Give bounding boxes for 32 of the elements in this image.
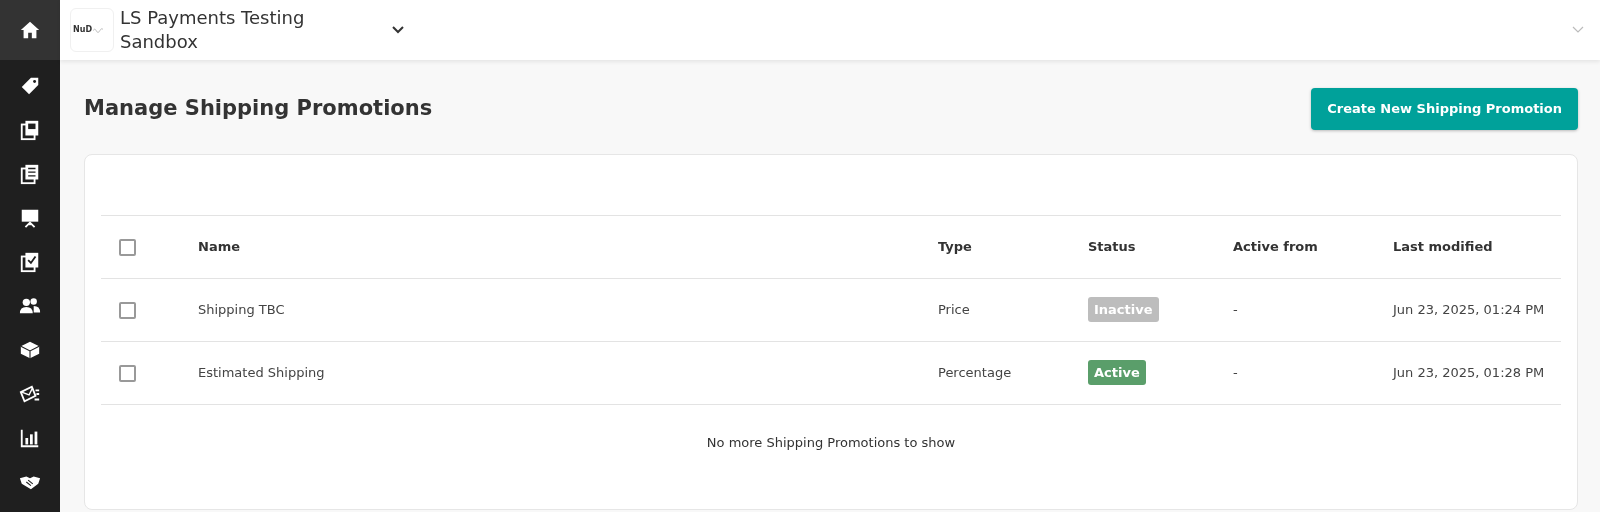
checklist-icon[interactable] (19, 251, 41, 273)
row-checkbox[interactable] (119, 364, 136, 382)
chevron-down-icon[interactable] (392, 26, 404, 34)
column-header: Name (198, 238, 240, 254)
list-icon[interactable] (19, 163, 41, 185)
last-modified-cell-text: Jun 23, 2025, 01:28 PM (1393, 363, 1545, 382)
column-header: Status (1088, 238, 1136, 254)
store-logo: NuD (70, 8, 114, 52)
column-header: Active from (1233, 238, 1318, 254)
box-icon[interactable] (19, 339, 41, 361)
store-name[interactable]: LS Payments Testing Sandbox (120, 6, 340, 54)
column-header: Last modified (1393, 238, 1493, 254)
catalog-icon[interactable] (19, 119, 41, 141)
select-all-checkbox[interactable] (119, 238, 136, 256)
tag-icon[interactable] (19, 75, 41, 97)
status-badge: Inactive (1088, 296, 1159, 323)
name-cell: Shipping TBC (198, 301, 285, 317)
presentation-icon[interactable] (19, 207, 41, 229)
column-header: Type (938, 238, 972, 254)
type-cell: Price (938, 301, 970, 317)
active-from-cell: - (1233, 301, 1238, 317)
name-cell: Estimated Shipping (198, 364, 325, 380)
empty-message: No more Shipping Promotions to show (705, 433, 957, 452)
row-checkbox[interactable] (119, 301, 136, 319)
active-from-cell: - (1233, 364, 1238, 380)
type-cell: Percentage (938, 364, 1012, 380)
page-title: Manage Shipping Promotions (84, 96, 433, 122)
envelope-icon[interactable] (19, 383, 41, 405)
last-modified-cell-text: Jun 23, 2025, 01:24 PM (1393, 300, 1545, 319)
status-badge: Active (1088, 359, 1146, 386)
home-icon[interactable] (19, 19, 41, 41)
bar-chart-icon[interactable] (19, 427, 41, 449)
